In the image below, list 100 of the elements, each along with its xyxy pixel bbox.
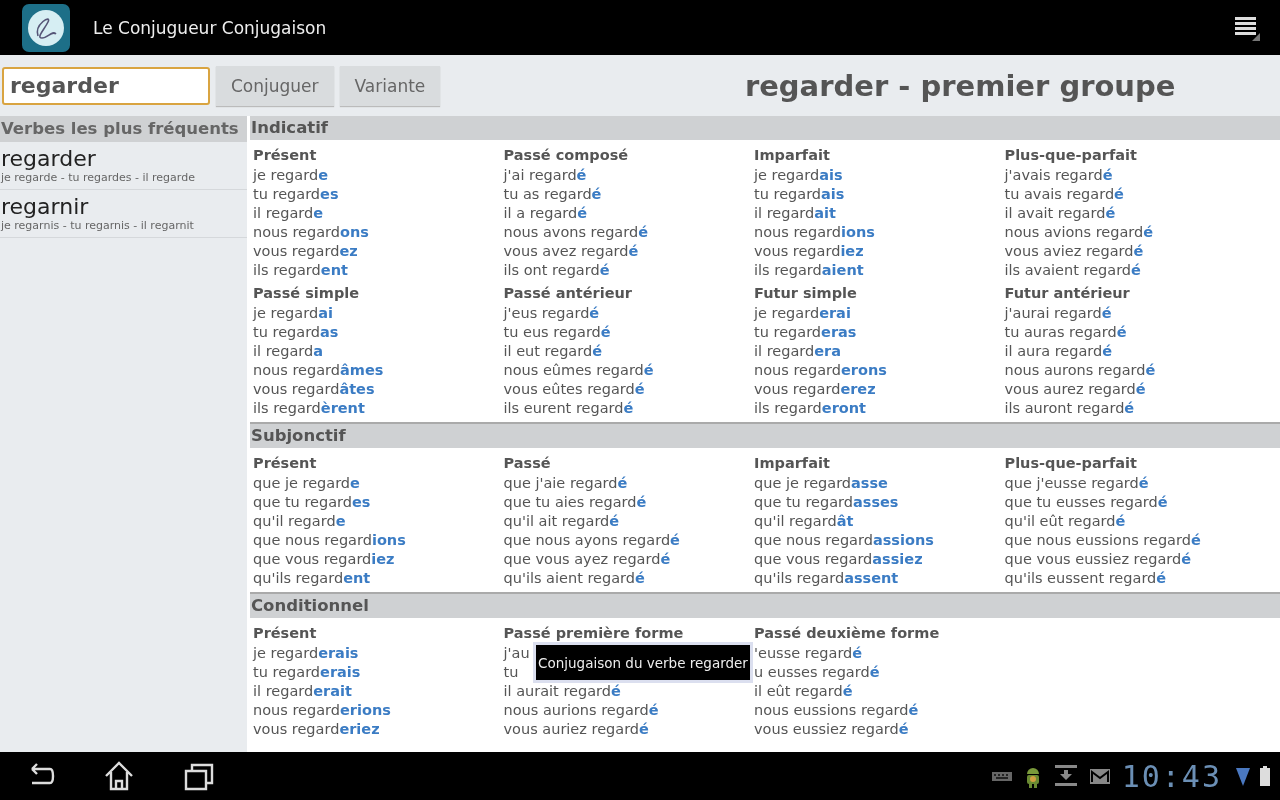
conjugation-line: il a regardé [503, 204, 588, 223]
conjugation-line: ils auront regardé [1004, 399, 1135, 418]
app-logo-icon [22, 3, 70, 52]
conjugation-line: il regarda [253, 342, 324, 361]
conjugation-line: je regardai [253, 304, 333, 323]
conjugation-line: que tu aies regardé [503, 493, 647, 512]
conjugation-line: vous regardâtes [253, 380, 375, 399]
conjugation-line: vous regardiez [754, 242, 864, 261]
conjugation-line: tu as regardé [503, 185, 602, 204]
conjugation-line: tu auras regardé [1004, 323, 1127, 342]
conjugation-line: que j'aie regardé [503, 474, 628, 493]
conjugation-line: que nous regardassions [754, 531, 934, 550]
conjugation-line: je regardais [754, 166, 843, 185]
conjugation-line: qu'ils regardassent [754, 569, 899, 588]
conjugation-line: qu'ils eussent regardé [1004, 569, 1167, 588]
conjugation-line: tu regarderais [253, 663, 361, 682]
conjugation-line: il avait regardé [1004, 204, 1116, 223]
conjugation-line: je regarderai [754, 304, 851, 323]
conjugation-line: ils ont regardé [503, 261, 610, 280]
conjugation-line: il regarderait [253, 682, 352, 701]
conjugation-line: nous avions regardé [1004, 223, 1154, 242]
conjugation-line: ils regarderont [754, 399, 866, 418]
conjugation-line: vous aurez regardé [1004, 380, 1146, 399]
conjugation-line: il aurait regardé [503, 682, 621, 701]
conjugation-line: vous avez regardé [503, 242, 639, 261]
conjugation-line: nous avons regardé [503, 223, 648, 242]
action-button[interactable]: Variante [339, 65, 441, 106]
conjugation-line: nous regarderons [754, 361, 887, 380]
conjugation-line: ils eurent regardé [503, 399, 634, 418]
conjugation-line: vous eussiez regardé [754, 720, 909, 739]
conjugation-line: il regarde [253, 204, 324, 223]
conjugation-line: qu'il regarde [253, 512, 346, 531]
conjugation-line: nous eûmes regardé [503, 361, 654, 380]
conjugation-line: je regarderais [253, 644, 359, 663]
conjugation-line: tu eus regardé [503, 323, 611, 342]
tense-heading: Présent [253, 454, 318, 473]
conjugation-line: tu [503, 663, 519, 682]
conjugation-line: que j'eusse regardé [1004, 474, 1149, 493]
conjugation-line: j'au [503, 644, 530, 663]
conjugation-line: nous regardâmes [253, 361, 384, 380]
conjugation-line: qu'il regardât [754, 512, 854, 531]
tense-heading: Plus-que-parfait [1004, 146, 1138, 165]
conjugation-line: ils regardèrent [253, 399, 365, 418]
conjugation-line: nous regarderions [253, 701, 391, 720]
verb-link[interactable]: regarder [1, 146, 247, 171]
action-button[interactable]: Conjuguer [216, 65, 334, 106]
verb-input-field[interactable]: regarder [2, 66, 210, 105]
verb-link[interactable]: regarnir [1, 194, 247, 219]
mood-header: Conditionnel [250, 592, 1280, 618]
tense-heading: Futur antérieur [1004, 284, 1131, 303]
tense-heading: Imparfait [754, 454, 831, 473]
menu-icon[interactable] [1234, 14, 1260, 41]
conjugation-line: que tu regardasses [754, 493, 899, 512]
conjugation-line: nous regardons [253, 223, 369, 242]
tense-heading: Passé [503, 454, 552, 473]
conjugation-line: il regardera [754, 342, 841, 361]
conjugation-line: tu regarderas [754, 323, 857, 342]
conjugation-line: j'ai regardé [503, 166, 587, 185]
conjugation-line: que nous regardions [253, 531, 406, 550]
conjugation-line: vous eûtes regardé [503, 380, 645, 399]
battery-icon [1260, 764, 1270, 788]
tense-heading: Futur simple [754, 284, 858, 303]
tense-heading: Passé deuxième forme [754, 624, 941, 643]
verb-forms: je regarnis - tu regarnis - il regarnit [1, 219, 195, 232]
tense-heading: Passé antérieur [503, 284, 633, 303]
conjugation-line: j'avais regardé [1004, 166, 1113, 185]
conjugation-line: que tu eusses regardé [1004, 493, 1168, 512]
conjugation-line: que je regardasse [754, 474, 888, 493]
conjugation-line: j'eus regardé [503, 304, 600, 323]
conjugation-line: nous regardions [754, 223, 875, 242]
conjugation-line: tu avais regardé [1004, 185, 1124, 204]
tense-heading: Imparfait [754, 146, 831, 165]
conjugation-line: il eut regardé [503, 342, 602, 361]
tense-heading: Passé simple [253, 284, 361, 303]
conjugation-line: nous eussions regardé [754, 701, 919, 720]
conjugation-line: u eusses regardé [754, 663, 880, 682]
conjugation-line: tu regardais [754, 185, 845, 204]
app-title: Le Conjugueur Conjugaison [93, 17, 328, 38]
toast-message: Conjugaison du verbe regarder [536, 645, 750, 680]
mood-header: Indicatif [250, 116, 1280, 140]
conjugation-line: qu'il eût regardé [1004, 512, 1126, 531]
conjugation-line: qu'ils regardent [253, 569, 371, 588]
download-icon [1053, 764, 1078, 788]
conjugation-line: que vous ayez regardé [503, 550, 671, 569]
conjugation-line: que je regarde [253, 474, 360, 493]
tense-heading: Plus-que-parfait [1004, 454, 1138, 473]
conjugation-line: tu regardas [253, 323, 339, 342]
conjugation-line: que vous regardiez [253, 550, 395, 569]
conjugation-line: qu'ils aient regardé [503, 569, 645, 588]
conjugation-line: j'aurai regardé [1004, 304, 1112, 323]
conjugation-line: ils avaient regardé [1004, 261, 1141, 280]
tense-heading: Passé première forme [503, 624, 685, 643]
conjugation-line: que nous eussions regardé [1004, 531, 1201, 550]
conjugation-line: que tu regardes [253, 493, 371, 512]
conjugation-line: tu regardes [253, 185, 339, 204]
sidebar-heading: Verbes les plus fréquents [0, 116, 247, 142]
conjugation-line: il aura regardé [1004, 342, 1113, 361]
conjugation-line: il regardait [754, 204, 836, 223]
conjugation-line: vous auriez regardé [503, 720, 649, 739]
conjugation-line: que nous ayons regardé [503, 531, 680, 550]
